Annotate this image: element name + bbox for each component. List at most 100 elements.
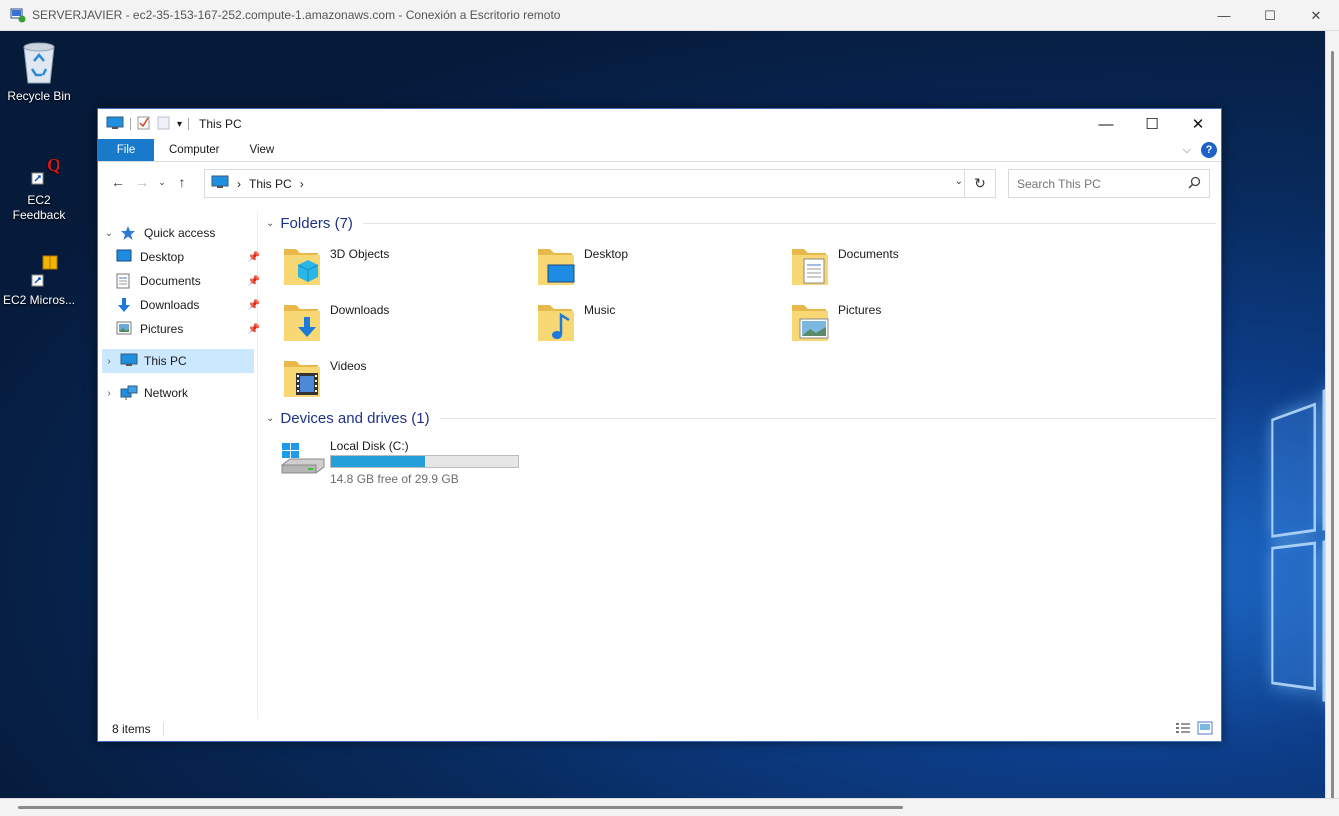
folder-downloads[interactable]: Downloads bbox=[260, 299, 500, 349]
group-title: Devices and drives (1) bbox=[280, 410, 430, 427]
forward-arrow-icon[interactable]: → bbox=[130, 174, 154, 190]
search-box[interactable] bbox=[1008, 169, 1210, 198]
pin-icon[interactable]: 📌 bbox=[248, 276, 260, 287]
desktop-icon-label: EC2 Feedback bbox=[12, 193, 66, 222]
customize-toolbar-dropdown-icon[interactable]: ▾ bbox=[177, 119, 182, 130]
folder-name: Pictures bbox=[838, 303, 882, 317]
folder-3d-objects[interactable]: 3D Objects bbox=[260, 243, 500, 293]
rdp-maximize-button[interactable]: ☐ bbox=[1247, 0, 1293, 31]
address-history-dropdown-icon[interactable]: ⌄ bbox=[955, 176, 963, 187]
refresh-icon[interactable]: ↻ bbox=[964, 170, 995, 197]
group-title: Folders (7) bbox=[280, 215, 353, 232]
rdp-minimize-button[interactable]: — bbox=[1201, 0, 1247, 31]
documents-icon bbox=[116, 273, 134, 289]
back-arrow-icon[interactable]: ← bbox=[106, 174, 130, 190]
pictures-folder-icon bbox=[790, 299, 830, 343]
recent-locations-chevron-icon[interactable]: ⌄ bbox=[154, 177, 170, 188]
desktop-folder-icon bbox=[536, 243, 576, 287]
folder-name: Documents bbox=[838, 247, 899, 261]
folder-music[interactable]: Music bbox=[514, 299, 754, 349]
nav-quick-access[interactable]: ⌄ Quick access bbox=[102, 221, 252, 245]
expanded-chevron-icon[interactable]: ⌄ bbox=[102, 228, 116, 239]
nav-item-pictures[interactable]: Pictures 📌 bbox=[112, 317, 260, 341]
expanded-chevron-icon[interactable]: ⌄ bbox=[266, 413, 274, 424]
this-pc-icon bbox=[211, 175, 229, 192]
properties-icon[interactable] bbox=[137, 116, 151, 133]
star-icon bbox=[120, 225, 138, 241]
rdp-vertical-scrollbar[interactable] bbox=[1325, 31, 1339, 811]
folder-desktop[interactable]: Desktop bbox=[514, 243, 754, 293]
rdp-close-button[interactable]: ✕ bbox=[1293, 0, 1339, 31]
expand-ribbon-chevron-icon[interactable]: ⌵ bbox=[1183, 144, 1191, 157]
collapsed-chevron-icon[interactable]: › bbox=[102, 388, 116, 399]
pin-icon[interactable]: 📌 bbox=[248, 324, 260, 335]
hard-drive-icon bbox=[280, 441, 326, 480]
folders-group-header[interactable]: ⌄ Folders (7) bbox=[266, 215, 1216, 232]
desktop-icon-ec2-feedback[interactable]: Q EC2 Feedback bbox=[1, 153, 77, 223]
ribbon-tabs: File Computer View ⌵ ? bbox=[98, 139, 1221, 162]
breadcrumb-separator-icon[interactable]: › bbox=[300, 177, 304, 191]
help-button[interactable]: ? bbox=[1201, 142, 1217, 158]
tab-file[interactable]: File bbox=[98, 139, 154, 161]
desktop-icon-label: Recycle Bin bbox=[7, 89, 71, 103]
explorer-titlebar: ▾ This PC — ☐ ✕ bbox=[98, 109, 1221, 139]
maximize-button[interactable]: ☐ bbox=[1129, 109, 1175, 139]
folder-name: Desktop bbox=[584, 247, 629, 261]
folder-videos[interactable]: Videos bbox=[260, 355, 500, 405]
drive-local-disk-c[interactable]: Local Disk (C:) 14.8 GB free of 29.9 GB bbox=[280, 435, 580, 486]
explorer-window-title: This PC bbox=[199, 117, 242, 131]
nav-label: Desktop bbox=[140, 250, 185, 264]
nav-label: Pictures bbox=[140, 322, 184, 336]
nav-item-this-pc[interactable]: › This PC bbox=[102, 349, 254, 373]
folder-name: Music bbox=[584, 303, 616, 317]
videos-folder-icon bbox=[282, 355, 322, 399]
breadcrumb-separator-icon[interactable]: › bbox=[237, 177, 241, 191]
desktop-icon-recycle-bin[interactable]: Recycle Bin bbox=[1, 39, 77, 104]
folder-documents[interactable]: Documents bbox=[768, 243, 1008, 293]
drive-usage-bar bbox=[330, 455, 519, 468]
rdp-titlebar: SERVERJAVIER - ec2-35-153-167-252.comput… bbox=[0, 0, 1339, 31]
breadcrumb-this-pc[interactable]: This PC bbox=[249, 177, 292, 191]
close-button[interactable]: ✕ bbox=[1175, 109, 1221, 139]
3d-objects-folder-icon bbox=[282, 243, 322, 287]
devices-group-header[interactable]: ⌄ Devices and drives (1) bbox=[266, 410, 1216, 427]
status-bar: 8 items bbox=[98, 717, 1221, 741]
new-folder-icon[interactable] bbox=[157, 116, 171, 133]
up-arrow-icon[interactable]: ↑ bbox=[170, 174, 194, 190]
documents-folder-icon bbox=[790, 243, 830, 287]
nav-item-network[interactable]: › Network bbox=[102, 381, 252, 405]
nav-item-downloads[interactable]: Downloads 📌 bbox=[112, 293, 260, 317]
tab-computer[interactable]: Computer bbox=[154, 139, 235, 161]
drive-usage-fill bbox=[331, 456, 426, 467]
tab-view[interactable]: View bbox=[235, 139, 290, 161]
nav-item-desktop[interactable]: Desktop 📌 bbox=[112, 245, 260, 269]
large-icons-view-icon[interactable] bbox=[1197, 721, 1213, 738]
recycle-bin-icon bbox=[19, 39, 59, 85]
nav-label: Network bbox=[144, 386, 189, 400]
content-pane: ⌄ Folders (7) 3D Objects Desktop Documen… bbox=[260, 211, 1222, 719]
drive-free-space: 14.8 GB free of 29.9 GB bbox=[330, 472, 459, 486]
network-icon bbox=[120, 385, 138, 401]
desktop-icon bbox=[116, 249, 134, 265]
collapsed-chevron-icon[interactable]: › bbox=[102, 356, 116, 367]
nav-label: Quick access bbox=[144, 226, 216, 240]
nav-item-documents[interactable]: Documents 📌 bbox=[112, 269, 260, 293]
expanded-chevron-icon[interactable]: ⌄ bbox=[266, 218, 274, 229]
feedback-q-icon: Q bbox=[19, 153, 61, 189]
details-view-icon[interactable] bbox=[1175, 721, 1191, 738]
address-bar[interactable]: › This PC › ⌄ ↻ bbox=[204, 169, 996, 198]
pin-icon[interactable]: 📌 bbox=[248, 252, 260, 263]
pin-icon[interactable]: 📌 bbox=[248, 300, 260, 311]
search-input[interactable] bbox=[1017, 176, 1177, 191]
desktop-icon-ec2-microsoft[interactable]: EC2 Micros... bbox=[1, 253, 77, 308]
svg-text:Q: Q bbox=[47, 155, 59, 175]
downloads-icon bbox=[116, 297, 134, 313]
rdp-horizontal-scrollbar[interactable] bbox=[0, 798, 1339, 816]
folder-pictures[interactable]: Pictures bbox=[768, 299, 1008, 349]
minimize-button[interactable]: — bbox=[1083, 109, 1129, 139]
item-count: 8 items bbox=[112, 722, 151, 736]
downloads-folder-icon bbox=[282, 299, 322, 343]
music-folder-icon bbox=[536, 299, 576, 343]
folder-name: 3D Objects bbox=[330, 247, 390, 261]
rdp-window-title: SERVERJAVIER - ec2-35-153-167-252.comput… bbox=[32, 8, 561, 22]
